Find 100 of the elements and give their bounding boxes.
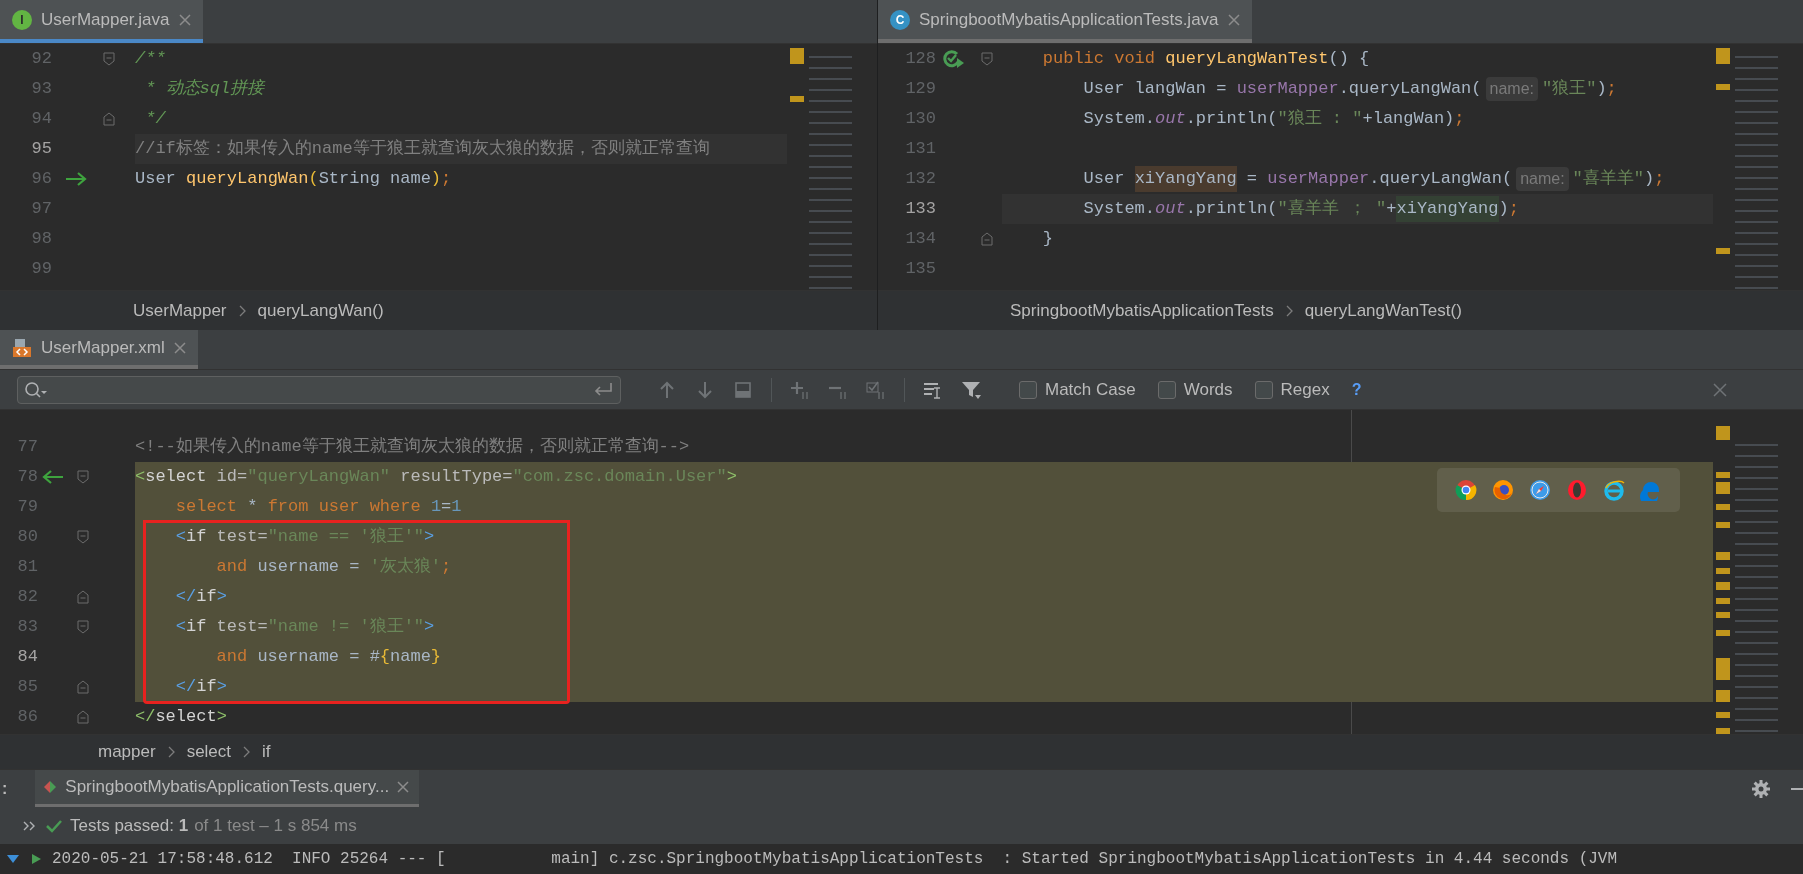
line-number: 92 bbox=[30, 48, 52, 71]
arrow-left-icon[interactable] bbox=[42, 470, 64, 484]
chevron-right-icon bbox=[167, 746, 175, 758]
help-link[interactable]: ? bbox=[1351, 377, 1362, 402]
checkbox[interactable] bbox=[1019, 380, 1037, 399]
chevron-right-icon bbox=[1285, 304, 1293, 317]
line-number: 97 bbox=[30, 198, 52, 221]
close-icon[interactable] bbox=[397, 781, 410, 793]
checkbox-tool-icon[interactable] bbox=[866, 379, 886, 400]
code-line: <!--如果传入的name等于狼王就查询灰太狼的数据，否则就正常查询--> bbox=[135, 436, 691, 459]
line-number: 93 bbox=[30, 78, 52, 101]
line-number: 86 bbox=[16, 706, 38, 729]
checkbox-label[interactable]: Match Case bbox=[1045, 376, 1136, 403]
editor-tab[interactable]: UserMapper.xml bbox=[0, 330, 198, 369]
close-icon[interactable] bbox=[1713, 382, 1727, 397]
breadcrumb-item[interactable]: queryLangWan() bbox=[257, 297, 384, 324]
warning-marker bbox=[1716, 582, 1730, 590]
warning-marker bbox=[1716, 472, 1730, 478]
triangle-down-icon[interactable] bbox=[6, 854, 20, 864]
fold-marker-icon[interactable] bbox=[981, 232, 993, 246]
arrow-right-icon[interactable] bbox=[65, 172, 87, 186]
warning-marker bbox=[1716, 598, 1730, 604]
line-number: 130 bbox=[904, 108, 936, 131]
warning-marker bbox=[1716, 482, 1730, 494]
browser-logo-icon[interactable] bbox=[1603, 479, 1626, 501]
warning-marker bbox=[1716, 690, 1730, 702]
minimize-icon[interactable] bbox=[1791, 786, 1803, 791]
breadcrumb-item[interactable]: if bbox=[262, 739, 271, 765]
line-number: 131 bbox=[904, 138, 936, 161]
line-number: 99 bbox=[30, 258, 52, 281]
funnel-icon[interactable] bbox=[961, 379, 981, 400]
checkbox[interactable] bbox=[1254, 380, 1273, 399]
warning-marker bbox=[1716, 426, 1730, 440]
settings-icon[interactable] bbox=[1751, 778, 1771, 799]
search-icon[interactable] bbox=[24, 380, 48, 399]
browser-logo-icon[interactable] bbox=[1491, 479, 1514, 501]
code-line: */ bbox=[144, 108, 167, 131]
fold-marker-icon[interactable] bbox=[77, 680, 89, 694]
line-number: 133 bbox=[904, 198, 936, 221]
close-icon[interactable] bbox=[1227, 13, 1240, 26]
test-result-icon bbox=[43, 780, 58, 794]
arrow-down-icon[interactable] bbox=[695, 379, 715, 400]
search-field[interactable] bbox=[17, 375, 621, 404]
file-type-icon: C bbox=[890, 9, 910, 30]
fold-marker-icon[interactable] bbox=[77, 530, 89, 544]
line-number: 96 bbox=[30, 168, 52, 191]
line-number: 135 bbox=[904, 258, 936, 281]
editor-tab[interactable]: C SpringbootMybatisApplicationTests.java bbox=[878, 0, 1252, 43]
fold-marker-icon[interactable] bbox=[77, 710, 89, 724]
line-number: 134 bbox=[904, 228, 936, 251]
fold-marker-icon[interactable] bbox=[103, 52, 115, 66]
plus-icon[interactable] bbox=[790, 379, 810, 400]
line-number: 78 bbox=[16, 466, 38, 489]
warning-marker bbox=[1716, 48, 1730, 64]
line-number: 80 bbox=[16, 526, 38, 549]
expand-icon[interactable] bbox=[22, 819, 36, 832]
warning-marker bbox=[1716, 504, 1730, 510]
checkbox[interactable] bbox=[1157, 380, 1176, 399]
warning-marker bbox=[790, 96, 804, 102]
code-line: /** bbox=[135, 48, 167, 71]
warning-marker bbox=[1716, 84, 1730, 90]
run-tab[interactable]: SpringbootMybatisApplicationTests.query... bbox=[35, 770, 420, 807]
browser-logo-icon[interactable] bbox=[1454, 479, 1477, 501]
check-icon bbox=[46, 818, 62, 833]
browser-logo-icon[interactable] bbox=[1566, 479, 1589, 501]
line-number: 129 bbox=[904, 78, 936, 101]
close-icon[interactable] bbox=[173, 341, 186, 354]
checkbox-label[interactable]: Words bbox=[1183, 376, 1233, 403]
code-line: </select> bbox=[135, 706, 228, 729]
line-number: 94 bbox=[30, 108, 52, 131]
fold-marker-icon[interactable] bbox=[103, 112, 115, 126]
line-number: 98 bbox=[30, 228, 52, 251]
line-number: 81 bbox=[16, 556, 38, 579]
breadcrumb-item[interactable]: select bbox=[186, 739, 232, 765]
breadcrumb-item[interactable]: mapper bbox=[98, 739, 156, 765]
warning-marker bbox=[1716, 568, 1730, 574]
panel-menu[interactable]: : bbox=[0, 770, 14, 807]
checkbox-label[interactable]: Regex bbox=[1280, 376, 1330, 403]
line-number: 128 bbox=[904, 48, 936, 71]
browser-logo-icon[interactable] bbox=[1528, 479, 1551, 501]
fold-marker-icon[interactable] bbox=[77, 620, 89, 634]
breadcrumb-item[interactable]: UserMapper bbox=[133, 297, 227, 324]
warning-marker bbox=[1716, 630, 1730, 636]
code-line: User xiYangYang = userMapper.queryLangWan( name: "喜羊羊"); bbox=[1002, 164, 1713, 194]
fold-marker-icon[interactable] bbox=[77, 590, 89, 604]
line-number: 83 bbox=[16, 616, 38, 639]
close-icon[interactable] bbox=[178, 13, 191, 26]
code-line: public void queryLangWanTest() { bbox=[1041, 48, 1371, 71]
editor-tab[interactable]: I UserMapper.java bbox=[0, 0, 203, 43]
fold-marker-icon[interactable] bbox=[77, 470, 89, 484]
run-icon[interactable] bbox=[943, 50, 965, 68]
warning-marker bbox=[1716, 658, 1730, 680]
line-number: 77 bbox=[16, 436, 38, 459]
breadcrumb-item[interactable]: queryLangWanTest() bbox=[1304, 297, 1462, 324]
square-icon[interactable] bbox=[733, 379, 753, 400]
fold-marker-icon[interactable] bbox=[981, 52, 993, 66]
test-node-icon bbox=[30, 853, 42, 865]
breadcrumb-item[interactable]: SpringbootMybatisApplicationTests bbox=[1010, 297, 1274, 324]
test-summary: of 1 test – 1 s 854 ms bbox=[194, 814, 357, 837]
line-number: 79 bbox=[16, 496, 38, 519]
